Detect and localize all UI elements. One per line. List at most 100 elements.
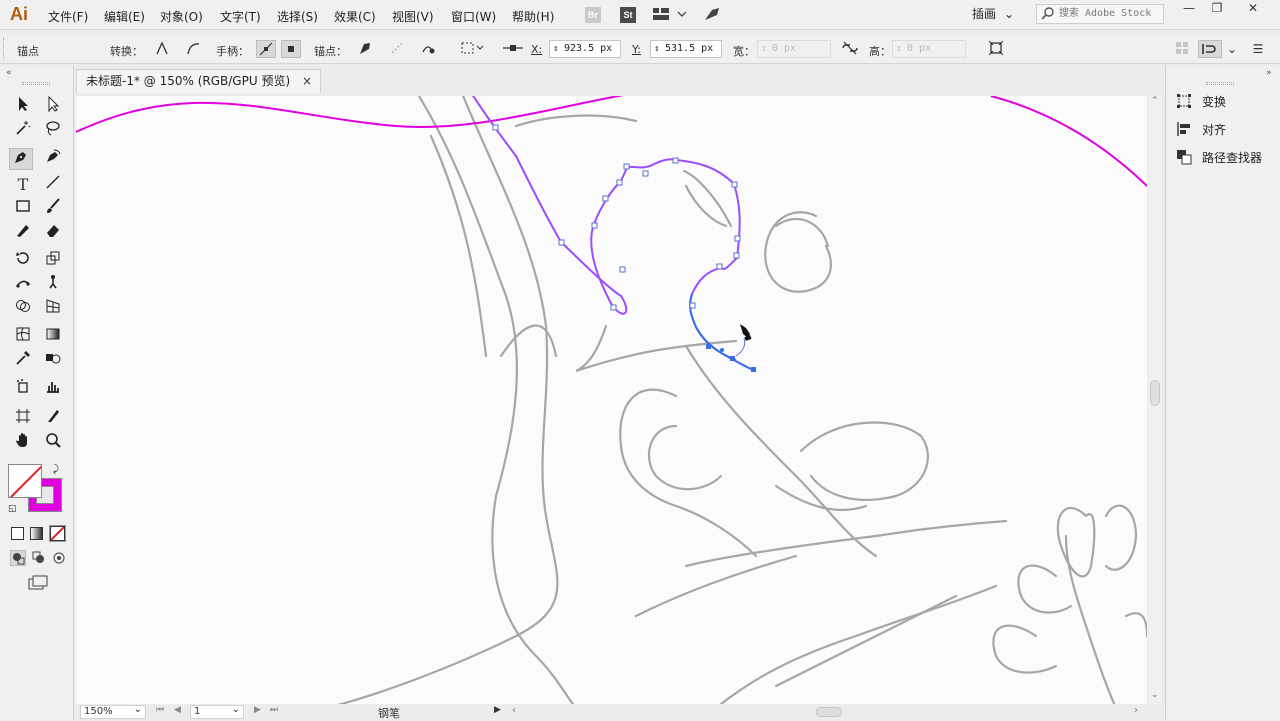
expand-panels-icon[interactable]: » (1266, 68, 1272, 78)
collapse-panel-icon[interactable]: « (6, 68, 12, 78)
constrain-proportions-icon[interactable] (840, 40, 860, 58)
align-icon[interactable] (1172, 40, 1192, 58)
close-tab-button[interactable]: × (302, 70, 312, 92)
minimize-button[interactable]: — (1174, 1, 1204, 19)
menu-edit[interactable]: 编辑(E) (104, 8, 145, 25)
show-handles-icon[interactable] (256, 40, 276, 58)
magic-wand-icon[interactable] (11, 120, 35, 142)
chevron-down-icon[interactable]: ⌄ (1222, 40, 1242, 58)
arrange-documents-icon[interactable] (652, 6, 687, 25)
bridge-button[interactable]: Br (585, 7, 601, 23)
last-artboard-icon[interactable]: ⏭ (270, 705, 278, 715)
zoom-icon[interactable] (41, 432, 65, 454)
hide-handles-icon[interactable] (281, 40, 301, 58)
menu-object[interactable]: 对象(O) (160, 8, 203, 25)
panel-grip[interactable] (22, 82, 50, 85)
status-menu-icon[interactable]: ▶ (494, 705, 501, 715)
gradient-icon[interactable] (41, 326, 65, 348)
next-artboard-icon[interactable]: ▶ (254, 705, 261, 715)
panel-transform[interactable]: 变换 (1176, 92, 1226, 112)
panel-grip[interactable] (3, 38, 7, 60)
symbol-sprayer-icon[interactable] (11, 378, 35, 400)
eyedropper-icon[interactable] (11, 350, 35, 372)
hand-icon[interactable] (11, 432, 35, 454)
direct-selection-icon[interactable] (41, 95, 65, 118)
vertical-scrollbar[interactable]: ⌃ ⌄ (1148, 96, 1162, 704)
horizontal-scroll-thumb[interactable] (816, 707, 842, 717)
blend-icon[interactable] (41, 350, 65, 372)
none-mode-icon[interactable] (49, 525, 66, 542)
vertical-scroll-thumb[interactable] (1150, 380, 1160, 406)
shaper-icon[interactable] (11, 222, 35, 244)
panel-grip[interactable] (1206, 82, 1234, 85)
draw-normal-icon[interactable] (10, 550, 26, 566)
close-window-button[interactable]: ✕ (1238, 1, 1268, 19)
menu-help[interactable]: 帮助(H) (512, 8, 554, 25)
fill-stroke-swatches[interactable]: ⤸ ◱ (8, 464, 64, 516)
document-tab[interactable]: 未标题-1* @ 150% (RGB/GPU 预览) × (76, 69, 321, 93)
default-colors-icon[interactable]: ◱ (8, 504, 17, 514)
puppet-warp-icon[interactable] (11, 274, 35, 296)
previous-artboard-icon[interactable]: ◀ (174, 705, 181, 715)
isolate-object-icon[interactable] (986, 40, 1006, 58)
scroll-left-icon[interactable]: ‹ (512, 705, 516, 716)
y-input[interactable]: ⇕ 531.5 px (650, 40, 722, 58)
lasso-icon[interactable] (41, 120, 65, 142)
menu-type[interactable]: 文字(T) (220, 8, 261, 25)
perspective-icon[interactable] (41, 298, 65, 320)
draw-behind-icon[interactable] (32, 551, 46, 568)
color-mode-icon[interactable] (11, 527, 24, 540)
fill-none-swatch[interactable] (8, 464, 42, 498)
line-icon[interactable] (41, 174, 65, 196)
artboard-canvas[interactable] (76, 96, 1147, 704)
first-artboard-icon[interactable]: ⏮ (156, 705, 164, 715)
convert-to-smooth-icon[interactable] (183, 40, 203, 58)
menu-view[interactable]: 视图(V) (392, 8, 434, 25)
artboard-icon[interactable] (11, 408, 35, 430)
panel-pathfinder[interactable]: 路径查找器 (1176, 148, 1262, 168)
reference-point-icon[interactable] (500, 40, 526, 58)
connect-endpoints-icon[interactable] (387, 40, 407, 58)
workspace-switcher[interactable]: 插画 ⌄ (966, 3, 1020, 25)
pen-icon[interactable] (9, 148, 33, 170)
artboard-number-select[interactable]: 1 ⌄ (190, 704, 244, 719)
menu-select[interactable]: 选择(S) (277, 8, 318, 25)
x-input[interactable]: ⇕ 923.5 px (549, 40, 621, 58)
panel-align[interactable]: 对齐 (1176, 120, 1226, 140)
restore-button[interactable]: ❐ (1202, 1, 1232, 19)
rectangle-icon[interactable] (11, 198, 35, 220)
shape-builder-icon[interactable] (11, 298, 35, 320)
rotate-icon[interactable] (11, 250, 35, 272)
stepper-icon[interactable]: ⇕ (553, 41, 558, 57)
zoom-select[interactable]: 150% ⌄ (80, 704, 146, 719)
selection-icon[interactable] (11, 96, 35, 118)
scroll-right-icon[interactable]: › (1134, 705, 1138, 716)
stepper-icon[interactable]: ⇕ (654, 41, 659, 57)
paintbrush-icon[interactable] (41, 198, 65, 220)
height-input[interactable]: ⇕ 0 px (892, 40, 966, 58)
eraser-icon[interactable] (41, 222, 65, 244)
type-icon[interactable]: T (11, 174, 35, 196)
panel-menu-icon[interactable]: ☰ (1248, 40, 1268, 58)
swap-colors-icon[interactable]: ⤸ (53, 464, 59, 475)
slice-icon[interactable] (41, 408, 65, 430)
graph-icon[interactable] (41, 378, 65, 400)
menu-file[interactable]: 文件(F) (48, 8, 88, 25)
free-transform-icon[interactable] (41, 274, 65, 296)
gpu-performance-icon[interactable] (703, 6, 721, 25)
width-input[interactable]: ⇕ 0 px (757, 40, 831, 58)
curvature-icon[interactable] (41, 148, 65, 170)
convert-to-corner-icon[interactable] (152, 40, 172, 58)
draw-inside-icon[interactable] (52, 551, 66, 568)
scroll-down-icon[interactable]: ⌄ (1151, 690, 1159, 700)
scale-icon[interactable] (41, 250, 65, 272)
stock-button[interactable]: St (620, 7, 636, 23)
remove-anchor-icon[interactable] (355, 40, 375, 58)
cut-path-icon[interactable] (418, 40, 438, 58)
pixel-align-icon[interactable] (1198, 40, 1222, 58)
menu-effect[interactable]: 效果(C) (334, 8, 376, 25)
screen-mode-icon[interactable] (28, 575, 48, 594)
select-similar-icon[interactable] (459, 40, 487, 58)
search-stock-input[interactable]: 搜索 Adobe Stock (1036, 4, 1164, 24)
scroll-up-icon[interactable]: ⌃ (1151, 96, 1159, 106)
